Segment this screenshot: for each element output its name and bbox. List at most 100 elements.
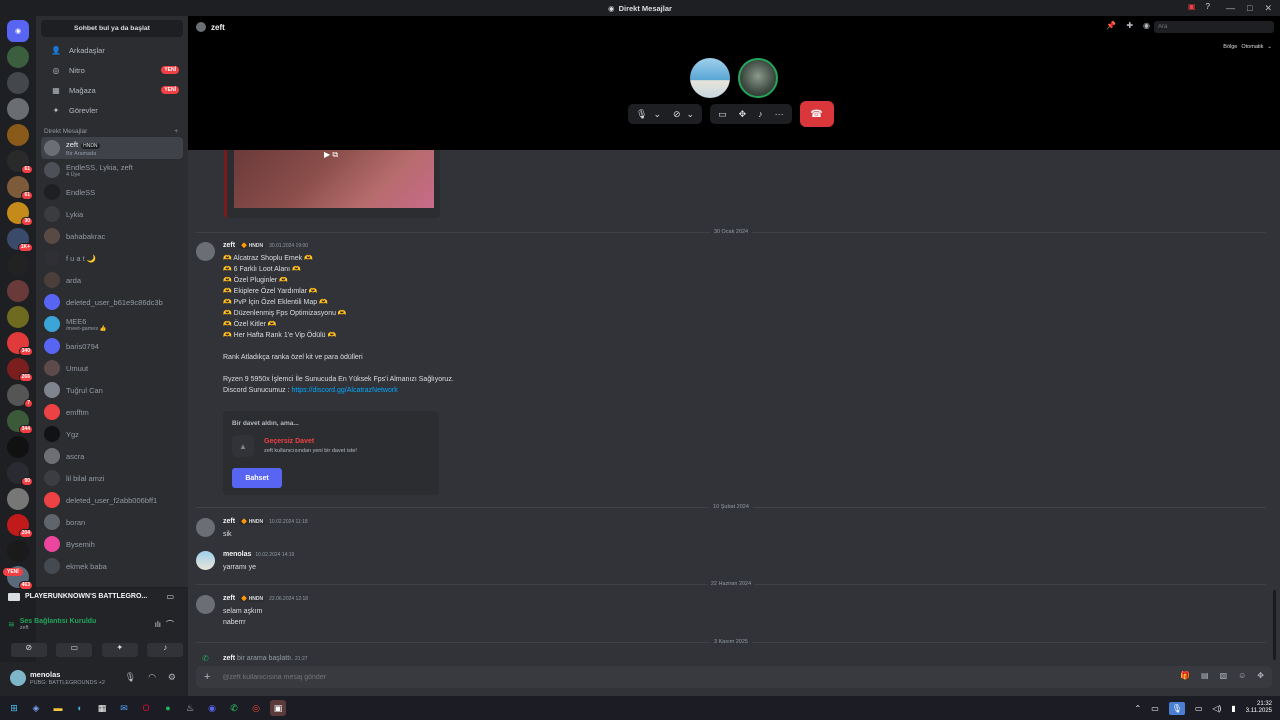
- server-icon[interactable]: 266: [7, 358, 33, 382]
- user-avatar[interactable]: [10, 670, 26, 686]
- avatar[interactable]: [196, 242, 215, 261]
- headphones-icon[interactable]: ◠: [148, 672, 156, 683]
- message-author[interactable]: zeft: [223, 518, 235, 525]
- search-input[interactable]: [1154, 21, 1274, 33]
- discord-taskbar-icon[interactable]: ◉: [204, 700, 220, 716]
- message-input[interactable]: [222, 673, 1123, 681]
- dm-item[interactable]: Tuğrul Can: [41, 379, 183, 401]
- message-author[interactable]: zeft: [223, 595, 235, 602]
- server-icon[interactable]: [7, 46, 29, 68]
- share-screen-button[interactable]: ▭: [56, 643, 93, 657]
- dm-item[interactable]: ascra: [41, 445, 183, 467]
- sticker-icon[interactable]: ▧: [1220, 671, 1228, 680]
- add-dm-icon[interactable]: +: [174, 128, 178, 135]
- emoji-icon[interactable]: ☺: [1238, 671, 1246, 680]
- dm-item[interactable]: Umuut: [41, 357, 183, 379]
- message-author[interactable]: zeft: [223, 242, 235, 249]
- activities-icon[interactable]: ✥: [739, 109, 747, 120]
- dm-item[interactable]: Ygz: [41, 423, 183, 445]
- message-author[interactable]: zeft: [223, 655, 235, 662]
- server-icon[interactable]: [7, 124, 29, 146]
- call-participant-avatar[interactable]: [738, 58, 778, 98]
- call-actions-group[interactable]: ▭ ✥ ♪ ···: [710, 104, 792, 124]
- discord-home-icon[interactable]: ◉: [7, 20, 29, 42]
- nav-item-görevler[interactable]: ✦ Görevler: [41, 100, 183, 120]
- volume-icon[interactable]: ◁): [1213, 704, 1222, 713]
- soundboard-icon[interactable]: ♪: [758, 109, 763, 119]
- dm-item[interactable]: EndleSS: [41, 181, 183, 203]
- microphone-icon[interactable]: 🎙: [1168, 701, 1185, 715]
- dm-item[interactable]: ekmek baba: [41, 555, 183, 577]
- nav-item-arkadaşlar[interactable]: 👤 Arkadaşlar: [41, 40, 183, 60]
- server-icon[interactable]: [7, 72, 29, 94]
- dm-item[interactable]: zeft HNDN Bir Aramada: [41, 137, 183, 159]
- video-embed[interactable]: ▶ ⧉: [224, 150, 440, 218]
- server-icon[interactable]: 30: [7, 202, 33, 226]
- apps-icon[interactable]: ✥: [1257, 671, 1264, 680]
- gif-icon[interactable]: ▤: [1201, 671, 1209, 680]
- call-participant-avatar[interactable]: [690, 58, 730, 98]
- find-conversation-button[interactable]: Sohbet bul ya da başlat: [41, 20, 183, 37]
- microphone-icon[interactable]: 🎙: [125, 672, 136, 683]
- avatar[interactable]: [196, 595, 215, 614]
- add-friends-icon[interactable]: ✚: [1126, 21, 1133, 30]
- dm-item[interactable]: baris0794: [41, 335, 183, 357]
- region-select[interactable]: Otomatik: [1241, 44, 1263, 50]
- server-icon[interactable]: [7, 488, 29, 510]
- scrollbar[interactable]: [1273, 590, 1276, 660]
- noise-suppression-icon[interactable]: ılı: [155, 620, 161, 629]
- edge-browser-icon[interactable]: ◐: [72, 700, 88, 716]
- tray-expand-icon[interactable]: ⌃: [1135, 704, 1142, 713]
- close-window-button[interactable]: ✕: [1264, 3, 1272, 14]
- store-icon[interactable]: ▦: [94, 700, 110, 716]
- dm-item[interactable]: bahabakrac: [41, 225, 183, 247]
- minimize-button[interactable]: —: [1226, 3, 1235, 13]
- server-icon[interactable]: [7, 436, 29, 458]
- server-icon[interactable]: 61: [7, 176, 33, 200]
- server-icon[interactable]: [7, 306, 29, 328]
- windows-start-icon[interactable]: ⊞: [6, 700, 22, 716]
- dm-item[interactable]: Bysemih: [41, 533, 183, 555]
- server-icon[interactable]: [7, 254, 29, 276]
- disconnect-icon[interactable]: ⌒: [166, 619, 174, 630]
- spotify-icon[interactable]: ●: [160, 700, 176, 716]
- activity-button[interactable]: ✦: [101, 643, 138, 657]
- dm-item[interactable]: arda: [41, 269, 183, 291]
- server-icon[interactable]: [7, 540, 29, 562]
- dm-item[interactable]: Lykia: [41, 203, 183, 225]
- dm-item[interactable]: EndleSS, Lykia, zeft 4 Üye: [41, 159, 183, 181]
- battery-icon[interactable]: ▮: [1231, 704, 1235, 713]
- network-icon[interactable]: ▭: [1195, 704, 1203, 713]
- help-icon[interactable]: ?: [1206, 2, 1210, 11]
- server-icon[interactable]: 61: [7, 150, 33, 174]
- whatsapp-icon[interactable]: ✆: [226, 700, 242, 716]
- nav-item-mağaza[interactable]: ▦ Mağaza YENİ: [41, 80, 183, 100]
- mail-icon[interactable]: ✉: [116, 700, 132, 716]
- server-icon[interactable]: 1K+: [7, 228, 33, 252]
- camera-button[interactable]: ⊘: [10, 643, 47, 657]
- dm-item[interactable]: boran: [41, 511, 183, 533]
- tray-app-icon[interactable]: ▭: [1151, 704, 1159, 713]
- dm-item[interactable]: f u a t 🌙: [41, 247, 183, 269]
- mention-button[interactable]: Bahset: [232, 468, 282, 488]
- server-icon[interactable]: 7: [7, 384, 33, 408]
- server-icon[interactable]: 340: [7, 332, 33, 356]
- video-thumbnail[interactable]: ▶ ⧉: [234, 150, 434, 208]
- dm-item[interactable]: deleted_user_f2abb006bff1: [41, 489, 183, 511]
- clock[interactable]: 21:32 3.11.2025: [1246, 701, 1272, 715]
- user-profile-icon[interactable]: ◉: [1143, 21, 1150, 30]
- dm-item[interactable]: deleted_user_b61e9c86dc3b: [41, 291, 183, 313]
- more-options-icon[interactable]: ···: [775, 109, 784, 119]
- opera-icon[interactable]: O: [138, 700, 154, 716]
- settings-gear-icon[interactable]: ⚙: [168, 672, 176, 683]
- inbox-icon[interactable]: ▣: [1188, 2, 1196, 11]
- avatar[interactable]: [196, 551, 215, 570]
- server-icon[interactable]: [7, 280, 29, 302]
- screen-share-icon[interactable]: ▭: [718, 109, 727, 120]
- nav-item-nitro[interactable]: ◎ Nitro YENİ: [41, 60, 183, 80]
- play-icon[interactable]: ▶ ⧉: [324, 150, 338, 160]
- soundboard-button[interactable]: ♪: [147, 643, 184, 657]
- file-explorer-icon[interactable]: ▬: [50, 700, 66, 716]
- invite-link[interactable]: https://discord.gg/AlcatrazNetwork: [291, 387, 397, 394]
- hang-up-button[interactable]: ☎: [799, 101, 834, 127]
